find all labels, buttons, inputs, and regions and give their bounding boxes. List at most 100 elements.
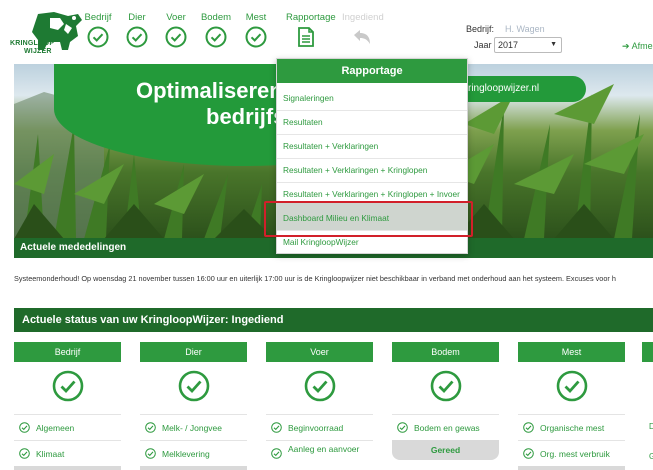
card-title: Voer [266,342,373,362]
menu-divider [277,134,467,135]
check-circle-icon [145,448,156,459]
menu-divider [277,110,467,111]
card-row-label: Algemeen [36,423,75,433]
card-footer-strip [140,466,247,470]
bedrijf-label: Bedrijf: [466,24,495,34]
card-footer-strip [518,466,625,470]
afmelden-link[interactable]: ➔ Afme [622,41,653,52]
status-header: Actuele status van uw KringloopWijzer: I… [14,308,653,332]
jaar-select-value: 2017 [498,40,519,50]
status-card-bedrijf[interactable]: Bedrijf Algemeen Klimaat [14,342,121,470]
card-row-org-mest-verbruik[interactable]: Org. mest verbruik [518,440,625,466]
card-footer-strip [14,466,121,470]
logo-line-2: WIJZER [24,48,52,55]
check-circle-icon [397,422,408,433]
menu-divider [277,182,467,183]
check-circle-icon [523,448,534,459]
check-circle-icon [430,370,461,402]
chevron-down-icon: ▼ [550,41,557,48]
card-title: Dier [140,342,247,362]
check-circle-icon [556,370,587,402]
undo-arrow-icon [354,30,370,44]
card-row-klimaat[interactable]: Klimaat [14,440,121,466]
card-row-label: Melk- / Jongvee [162,423,222,433]
status-card-mest[interactable]: Mest Organische mest Org. mest verbruik [518,342,625,470]
card-row-label: Organische mest [540,423,605,433]
card-row-label: G [649,452,653,461]
afmelden-label: Afme [631,41,653,51]
nav-step-label: Mest [245,12,267,23]
menu-item-mail-kringloopwijzer[interactable]: Mail KringloopWijzer [283,237,359,247]
status-card-partial[interactable]: D G [642,342,653,470]
menu-item-resultaten-verklaringen-kringlopen[interactable]: Resultaten + Verklaringen + Kringlopen [283,165,427,175]
check-circle-icon [126,26,148,48]
nav-step-label: Rapportage [286,12,336,23]
card-row-melk-jongvee[interactable]: Melk- / Jongvee [140,414,247,440]
kringloopwijzer-logo[interactable]: KRINGLOOP WIJZER [8,10,86,58]
nav-step-bedrijf[interactable]: Bedrijf [78,12,118,48]
card-title-bar [642,342,653,362]
nav-step-voer[interactable]: Voer [156,12,196,48]
card-row-beginvoorraad[interactable]: Beginvoorraad [266,414,373,440]
status-title: Actuele status van uw KringloopWijzer: I… [22,314,284,326]
menu-item-signaleringen[interactable]: Signaleringen [283,93,334,103]
card-row-algemeen[interactable]: Algemeen [14,414,121,440]
top-navigation-bar: KRINGLOOP WIJZER Bedrijf Dier Voer Bodem… [0,0,653,64]
check-circle-icon [52,370,83,402]
check-circle-icon [19,422,30,433]
card-status-gereed: Gereed [392,440,499,460]
check-circle-icon [523,422,534,433]
jaar-label: Jaar [474,40,492,50]
logo-line-1: KRINGLOOP [10,40,55,47]
nav-step-bodem[interactable]: Bodem [196,12,236,48]
highlight-annotation-box [264,201,473,237]
nav-step-label: Ingediend [342,12,384,23]
check-circle-icon [178,370,209,402]
nav-step-label: Bodem [200,12,232,23]
card-row-aanleg-aanvoer[interactable]: Aanleg en aanvoer [266,440,373,470]
menu-item-resultaten-verklaringen[interactable]: Resultaten + Verklaringen [283,141,378,151]
hero-title-line-2: bedrijfs [206,104,286,129]
hero-url-text: ringloopwijzer.nl [468,83,540,94]
card-title: Mest [518,342,625,362]
card-row-label: Bodem en gewas [414,423,480,433]
card-row-label: D [649,422,653,431]
status-card-bodem[interactable]: Bodem Bodem en gewas Gereed [392,342,499,470]
document-icon [298,27,314,47]
check-circle-icon [165,26,187,48]
hero-title-line-1: Optimaliseren [136,78,283,103]
logo-wordmark: KRINGLOOP WIJZER [10,40,54,56]
status-card-voer[interactable]: Voer Beginvoorraad Aanleg en aanvoer [266,342,373,470]
mededelingen-title: Actuele mededelingen [20,242,127,253]
check-circle-icon [304,370,335,402]
menu-item-resultaten-verklaringen-kringlopen-invoer[interactable]: Resultaten + Verklaringen + Kringlopen +… [283,189,460,199]
card-title: Bedrijf [14,342,121,362]
nav-step-rapportage[interactable]: Rapportage [286,12,336,48]
check-circle-icon [271,448,282,459]
card-row-organische-mest[interactable]: Organische mest [518,414,625,440]
menu-item-resultaten[interactable]: Resultaten [283,117,323,127]
nav-step-dier[interactable]: Dier [117,12,157,48]
status-card-dier[interactable]: Dier Melk- / Jongvee Melklevering [140,342,247,470]
card-row-label: Beginvoorraad [288,423,344,433]
jaar-select[interactable]: 2017 ▼ [494,37,562,53]
menu-divider [277,158,467,159]
nav-step-mest[interactable]: Mest [236,12,276,48]
card-row-melklevering[interactable]: Melklevering [140,440,247,466]
card-row-label: Melklevering [162,449,210,459]
nav-step-label: Dier [128,12,146,23]
card-title: Bodem [392,342,499,362]
check-circle-icon [19,448,30,459]
maintenance-notice: Systeemonderhoud! Op woensdag 21 novembe… [14,274,616,283]
nav-step-ingediend: Ingediend [342,12,384,48]
card-row-label: Org. mest verbruik [540,449,610,459]
check-circle-icon [145,422,156,433]
bedrijf-value: H. Wagen [505,24,545,34]
dropdown-header: Rapportage [277,59,467,83]
card-row-label: Klimaat [36,449,65,459]
check-circle-icon [245,26,267,48]
card-row-bodem-gewas[interactable]: Bodem en gewas [392,414,499,440]
check-circle-icon [271,422,282,433]
nav-step-label: Bedrijf [84,12,112,23]
check-circle-icon [205,26,227,48]
